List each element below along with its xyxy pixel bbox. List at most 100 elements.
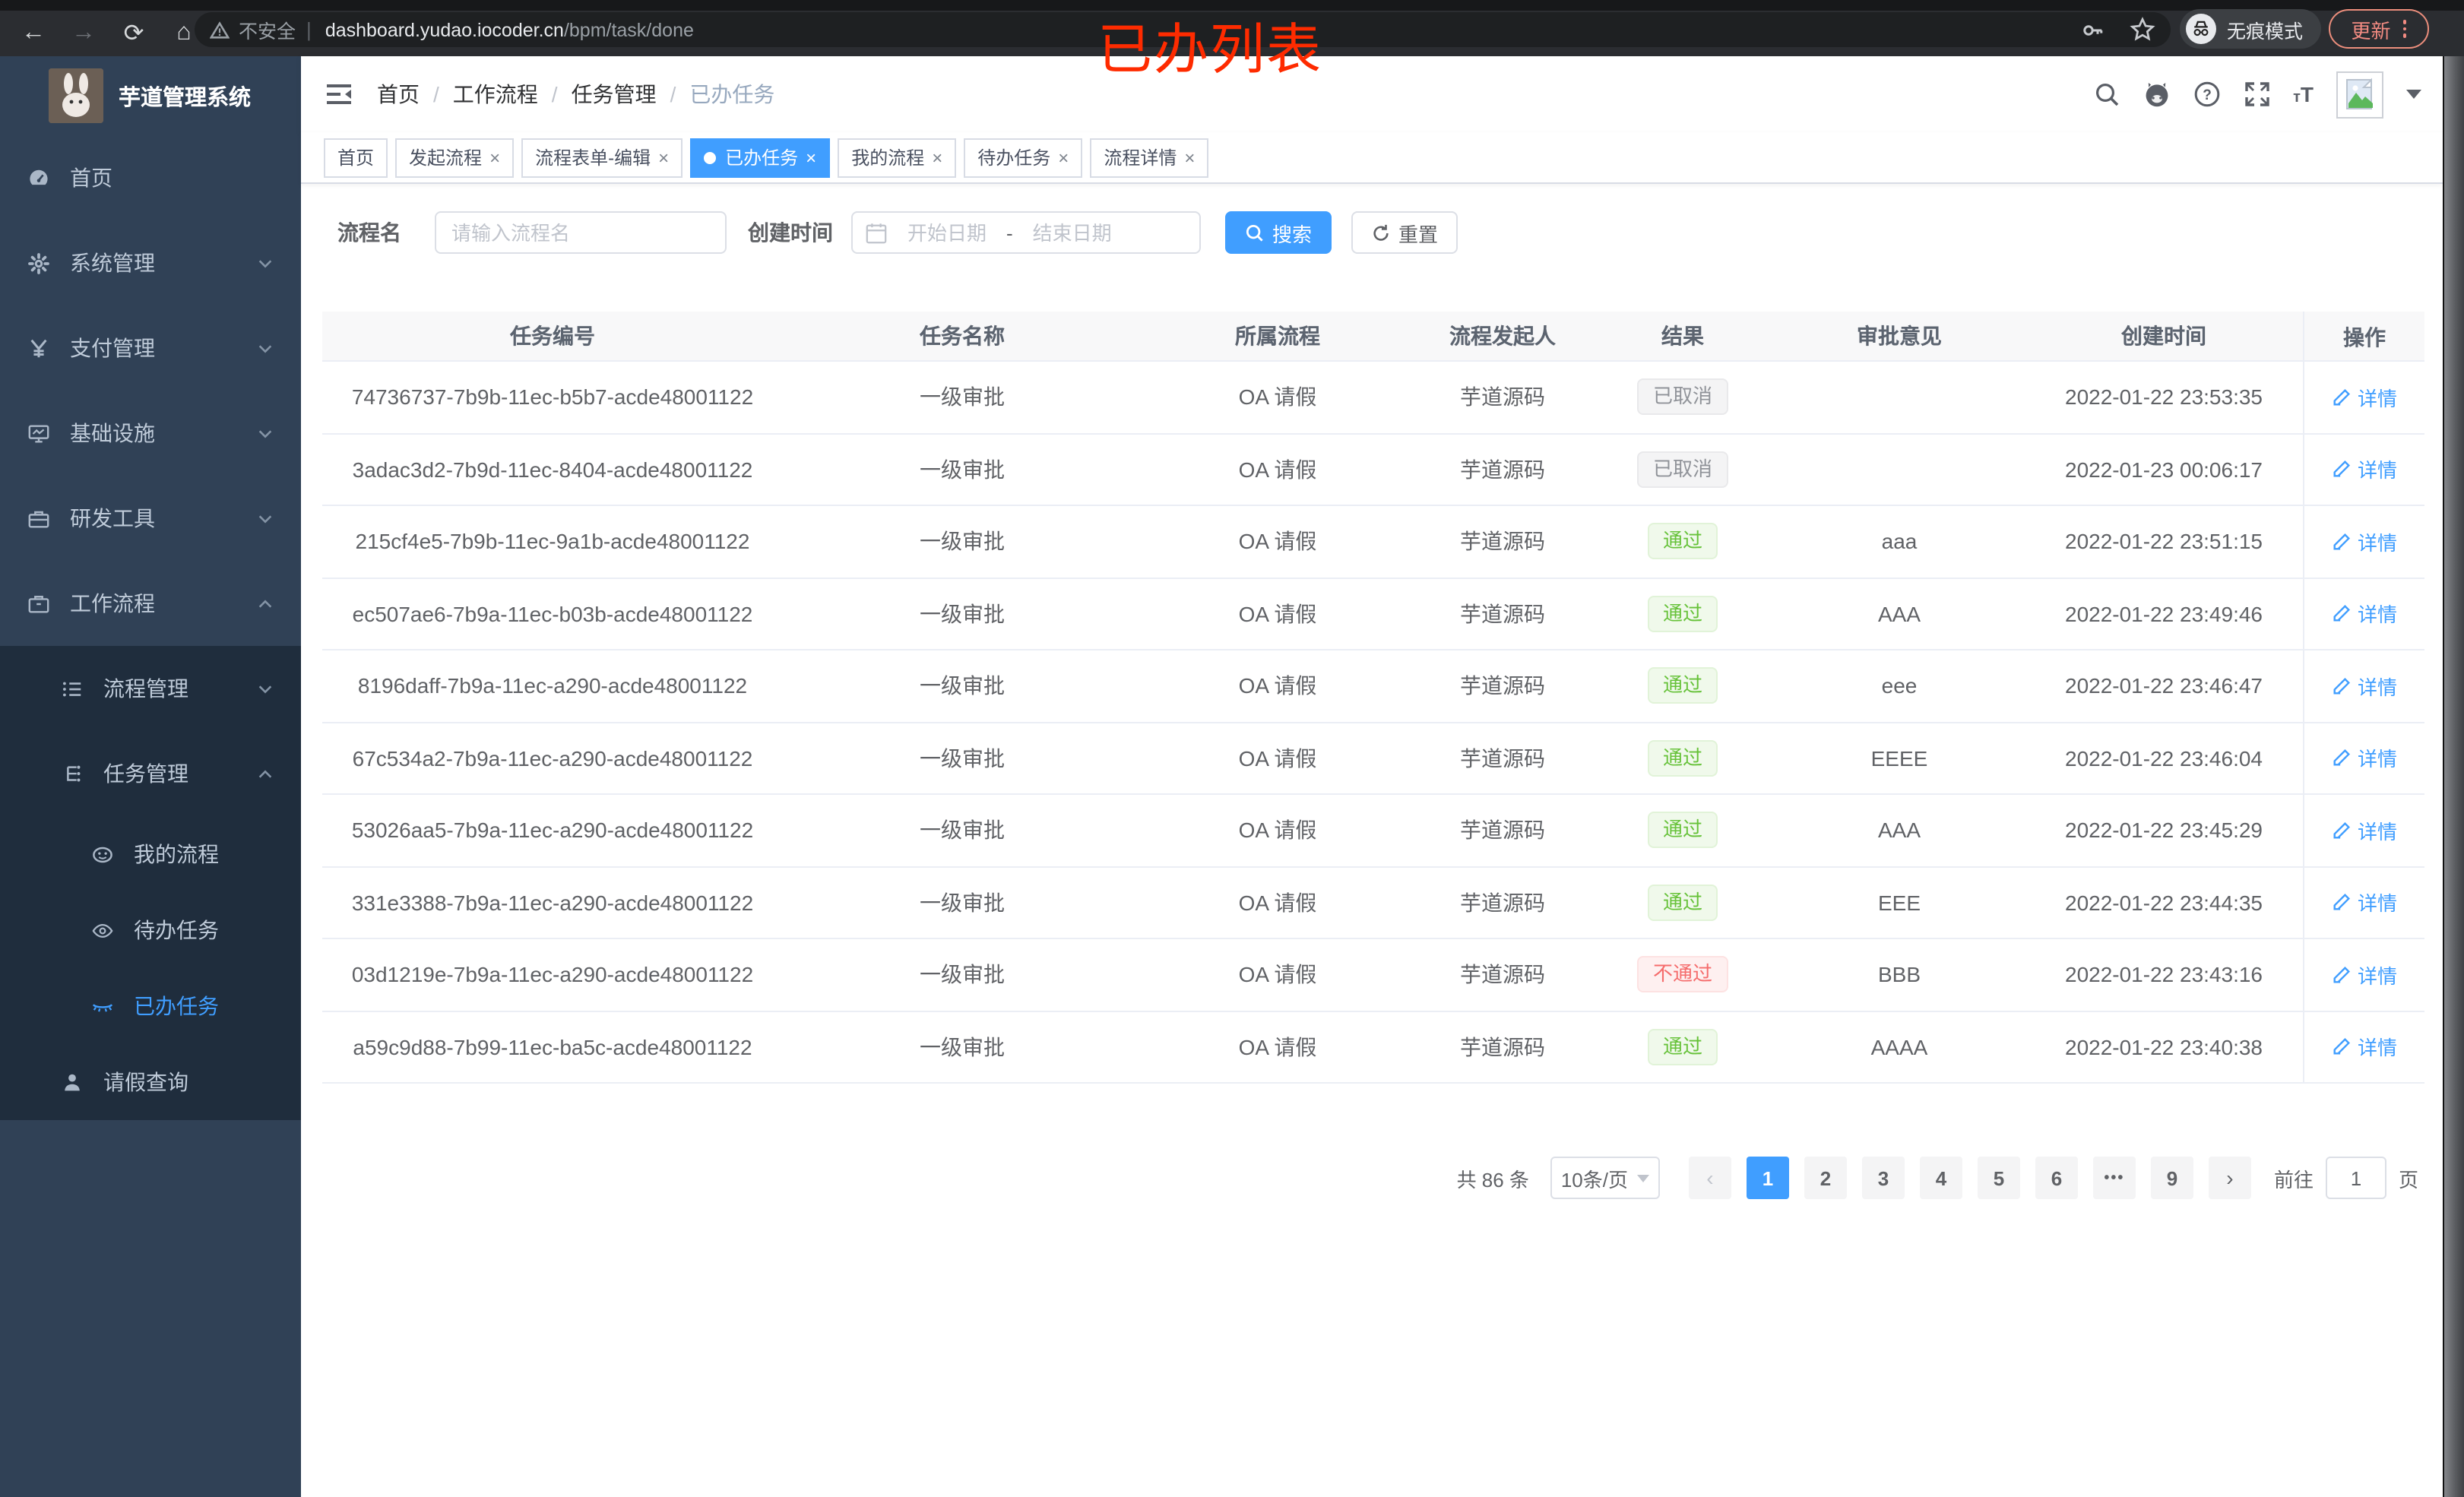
search-button-icon bbox=[1246, 223, 1263, 241]
detail-link[interactable]: 详情 bbox=[2332, 527, 2397, 556]
sidebar-item-home[interactable]: 首页 bbox=[0, 135, 301, 220]
sidebar-item-todo-tasks[interactable]: 待办任务 bbox=[0, 892, 301, 968]
cell-process: OA 请假 bbox=[1238, 457, 1317, 482]
sidebar-item-done-tasks[interactable]: 已办任务 bbox=[0, 968, 301, 1044]
avatar[interactable] bbox=[2336, 71, 2383, 118]
tab-todo-tasks[interactable]: 待办任务 × bbox=[964, 138, 1083, 177]
sidebar-item-my-process[interactable]: 我的流程 bbox=[0, 816, 301, 892]
create-time-label: 创建时间 bbox=[748, 220, 833, 245]
pagination: 共 86 条 10条/页 ‹ 1 2 3 4 5 6 ••• 9 › 前往 页 bbox=[1457, 1157, 2418, 1199]
tab-start-process[interactable]: 发起流程 × bbox=[395, 138, 515, 177]
next-page-button[interactable]: › bbox=[2208, 1157, 2251, 1199]
cell-process: OA 请假 bbox=[1238, 529, 1317, 554]
detail-link[interactable]: 详情 bbox=[2332, 455, 2397, 484]
done-task-table: 任务编号 任务名称 所属流程 流程发起人 结果 审批意见 创建时间 操作 747… bbox=[322, 312, 2424, 1084]
gear-icon bbox=[28, 252, 49, 274]
close-icon[interactable]: × bbox=[658, 147, 669, 168]
window-edge-scrollbar[interactable] bbox=[2443, 56, 2464, 1497]
fullscreen-icon[interactable] bbox=[2243, 81, 2270, 108]
page-button-4[interactable]: 4 bbox=[1919, 1157, 1962, 1199]
search-button[interactable]: 搜索 bbox=[1225, 211, 1332, 254]
browser-reload-icon[interactable]: ⟳ bbox=[119, 18, 149, 49]
breadcrumb-item[interactable]: 工作流程 bbox=[453, 79, 538, 109]
cell-created: 2022-01-22 23:45:29 bbox=[2065, 818, 2263, 843]
detail-link[interactable]: 详情 bbox=[2332, 383, 2397, 412]
date-separator: - bbox=[1006, 221, 1013, 244]
tab-process-detail[interactable]: 流程详情 × bbox=[1090, 138, 1209, 177]
page-button-3[interactable]: 3 bbox=[1861, 1157, 1905, 1199]
navbar-actions: ? тT bbox=[2092, 71, 2443, 118]
breadcrumb-item[interactable]: 任务管理 bbox=[572, 79, 657, 109]
detail-link[interactable]: 详情 bbox=[2332, 744, 2397, 773]
process-name-label: 流程名 bbox=[337, 220, 401, 245]
col-opinion: 审批意见 bbox=[1857, 324, 1942, 348]
close-icon[interactable]: × bbox=[932, 147, 942, 168]
github-icon[interactable] bbox=[2143, 81, 2170, 108]
cell-task-id: 331e3388-7b9a-11ec-a290-acde48001122 bbox=[351, 890, 754, 915]
browser-back-icon[interactable]: ← bbox=[18, 18, 49, 49]
page-button-6[interactable]: 6 bbox=[2035, 1157, 2078, 1199]
browser-menu-icon[interactable] bbox=[2402, 20, 2407, 38]
sidebar-item-process-mgmt[interactable]: 流程管理 bbox=[0, 646, 301, 731]
bookmark-star-icon[interactable] bbox=[2130, 17, 2155, 43]
avatar-caret-icon[interactable] bbox=[2406, 90, 2421, 99]
tab-home[interactable]: 首页 bbox=[324, 138, 388, 177]
pagination-total: 共 86 条 bbox=[1456, 1168, 1529, 1191]
sidebar-item-infra[interactable]: 基础设施 bbox=[0, 391, 301, 476]
monitor-icon bbox=[28, 424, 49, 442]
edit-icon bbox=[2333, 749, 2350, 766]
active-dot bbox=[704, 151, 717, 163]
close-icon[interactable]: × bbox=[806, 147, 816, 168]
page-more-button[interactable]: ••• bbox=[2092, 1157, 2136, 1199]
sidebar-item-label: 工作流程 bbox=[70, 591, 155, 616]
page-size-select[interactable]: 10条/页 bbox=[1550, 1157, 1660, 1199]
edit-icon bbox=[2333, 388, 2350, 405]
sidebar-item-devtools[interactable]: 研发工具 bbox=[0, 476, 301, 561]
sidebar-collapse-icon[interactable] bbox=[325, 82, 353, 106]
font-size-icon[interactable]: тT bbox=[2293, 82, 2314, 106]
detail-link[interactable]: 详情 bbox=[2332, 816, 2397, 845]
detail-link[interactable]: 详情 bbox=[2332, 672, 2397, 701]
detail-link[interactable]: 详情 bbox=[2332, 961, 2397, 989]
reset-icon bbox=[1373, 223, 1389, 240]
app-logo-row[interactable]: 芋道管理系统 bbox=[0, 56, 301, 135]
key-icon[interactable] bbox=[2081, 17, 2105, 42]
sidebar-item-leave-query[interactable]: 请假查询 bbox=[0, 1044, 301, 1120]
reset-button[interactable]: 重置 bbox=[1351, 211, 1458, 254]
close-icon[interactable]: × bbox=[1184, 147, 1195, 168]
sidebar-item-payment[interactable]: 支付管理 bbox=[0, 305, 301, 391]
result-tag: 不通过 bbox=[1637, 956, 1728, 993]
sidebar-item-system[interactable]: 系统管理 bbox=[0, 220, 301, 305]
sidebar-item-task-mgmt[interactable]: 任务管理 bbox=[0, 731, 301, 816]
cell-task-name: 一级审批 bbox=[920, 673, 1005, 698]
page-button-1[interactable]: 1 bbox=[1746, 1157, 1789, 1199]
help-icon[interactable]: ? bbox=[2193, 81, 2220, 108]
breadcrumb-item[interactable]: 首页 bbox=[377, 79, 420, 109]
page-button-2[interactable]: 2 bbox=[1804, 1157, 1847, 1199]
cell-task-id: 53026aa5-7b9a-11ec-a290-acde48001122 bbox=[351, 818, 754, 843]
page-button-5[interactable]: 5 bbox=[1977, 1157, 2020, 1199]
incognito-badge: 无痕模式 bbox=[2180, 9, 2322, 49]
browser-update-button[interactable]: 更新 bbox=[2329, 9, 2429, 49]
dashboard-icon bbox=[30, 169, 48, 185]
cell-starter: 芋道源码 bbox=[1460, 962, 1545, 987]
detail-link[interactable]: 详情 bbox=[2332, 1033, 2397, 1062]
close-icon[interactable]: × bbox=[489, 147, 500, 168]
tab-my-process[interactable]: 我的流程 × bbox=[838, 138, 957, 177]
page-button-9[interactable]: 9 bbox=[2150, 1157, 2193, 1199]
close-icon[interactable]: × bbox=[1058, 147, 1069, 168]
tab-done-tasks[interactable]: 已办任务 × bbox=[690, 138, 831, 177]
table-header: 任务编号 任务名称 所属流程 流程发起人 结果 审批意见 创建时间 操作 bbox=[322, 312, 2424, 362]
search-icon[interactable] bbox=[2092, 81, 2120, 108]
prev-page-button[interactable]: ‹ bbox=[1688, 1157, 1731, 1199]
detail-link[interactable]: 详情 bbox=[2332, 888, 2397, 917]
end-date-input[interactable] bbox=[1015, 220, 1129, 245]
date-range-picker[interactable]: - bbox=[851, 211, 1201, 254]
browser-forward-icon[interactable]: → bbox=[68, 18, 99, 49]
tab-form-edit[interactable]: 流程表单-编辑 × bbox=[521, 138, 683, 177]
goto-page-input[interactable] bbox=[2325, 1157, 2386, 1199]
sidebar-item-workflow[interactable]: 工作流程 bbox=[0, 561, 301, 646]
start-date-input[interactable] bbox=[891, 220, 1003, 245]
detail-link[interactable]: 详情 bbox=[2332, 600, 2397, 628]
process-name-input[interactable] bbox=[435, 211, 727, 254]
